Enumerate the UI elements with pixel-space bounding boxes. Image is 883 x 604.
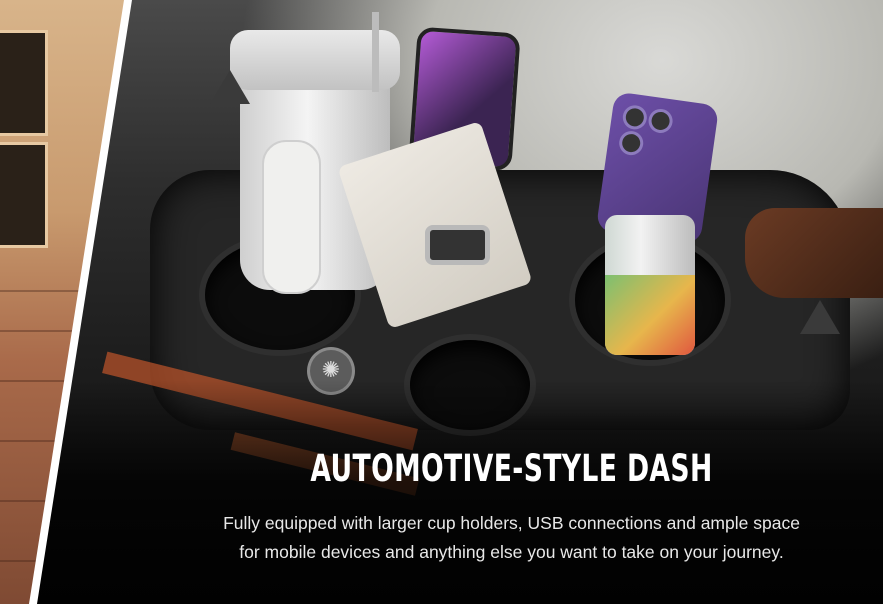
wallet-clasp [425,225,490,265]
carousel: ✺ AUTOMOTIVE-STYLE DASH Fully equipped w… [0,0,883,604]
drink-can-label [605,275,695,355]
camera-lens [624,107,645,128]
slide-title: AUTOMOTIVE-STYLE DASH [310,447,713,490]
tumbler-straw [372,12,379,92]
building-window [0,142,48,248]
sunglasses [745,208,883,298]
slide-description-line: for mobile devices and anything else you… [239,542,784,562]
building-window [0,30,48,136]
caption-gradient [35,380,883,604]
slide-description: Fully equipped with larger cup holders, … [140,509,883,567]
slide-description-line: Fully equipped with larger cup holders, … [223,513,800,533]
camera-lens [650,110,671,132]
tumbler-handle [262,140,321,294]
camera-lens [621,132,642,154]
